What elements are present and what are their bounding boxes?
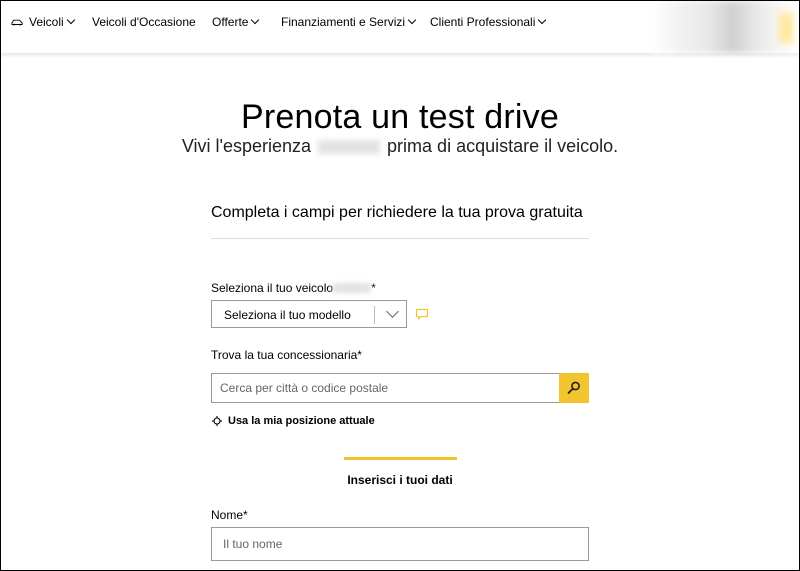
required-marker: * — [371, 281, 376, 295]
section-accent-bar — [344, 457, 457, 460]
nav-item-finanziamenti[interactable]: Finanziamenti e Servizi — [281, 14, 417, 30]
select-separator — [374, 306, 375, 324]
vehicle-select-value: Seleziona il tuo modello — [224, 308, 351, 322]
nav-item-veicoli[interactable]: Veicoli — [11, 14, 75, 30]
browser-frame: Veicoli Veicoli d'Occasione Offerte Fina… — [0, 0, 800, 571]
chevron-down-icon — [407, 15, 417, 25]
chevron-down-icon — [538, 15, 547, 25]
nav-item-veicoli-occasione[interactable]: Veicoli d'Occasione — [92, 14, 196, 30]
name-input[interactable] — [211, 527, 589, 561]
form-intro: Completa i campi per richiedere la tua p… — [211, 204, 583, 221]
chevron-down-icon — [386, 305, 399, 318]
name-label: Nome* — [211, 508, 248, 522]
nav-item-clienti-professionali[interactable]: Clienti Professionali — [430, 14, 547, 30]
blurred-brand-name — [333, 283, 372, 293]
subtitle-text-before: Vivi l'esperienza — [181, 136, 312, 156]
page-subtitle: Vivi l'esperienza prima di acquistare il… — [1, 136, 799, 157]
subtitle-text-after: prima di acquistare il veicolo. — [387, 136, 619, 156]
personal-data-heading: Inserisci i tuoi dati — [347, 473, 453, 487]
top-navigation: Veicoli Veicoli d'Occasione Offerte Fina… — [1, 1, 799, 53]
page-title: Prenota un test drive — [241, 97, 559, 136]
dealer-label: Trova la tua concessionaria* — [211, 348, 362, 362]
chat-bubble-icon[interactable] — [415, 308, 429, 321]
blurred-logo-region — [779, 13, 793, 43]
divider — [211, 238, 589, 239]
nav-label-finanziamenti: Finanziamenti e Servizi — [281, 15, 406, 29]
nav-label-veicoli-occasione: Veicoli d'Occasione — [92, 15, 196, 29]
use-location-label: Usa la mia posizione attuale — [228, 415, 375, 427]
chevron-down-icon — [66, 15, 75, 25]
blurred-brand-name — [318, 140, 381, 154]
nav-label-clienti-professionali: Clienti Professionali — [430, 15, 536, 29]
blurred-header-region — [651, 1, 799, 53]
nav-item-offerte[interactable]: Offerte — [212, 14, 260, 30]
use-current-location-link[interactable]: Usa la mia posizione attuale — [212, 415, 375, 427]
vehicle-label-text: Seleziona il tuo veicolo — [211, 281, 334, 295]
dealer-search-input[interactable] — [211, 373, 559, 403]
nav-label-offerte: Offerte — [212, 15, 249, 29]
locate-icon — [212, 416, 222, 426]
car-icon — [11, 19, 23, 25]
dealer-search-button[interactable] — [559, 373, 589, 403]
search-icon — [567, 381, 580, 394]
nav-label-veicoli: Veicoli — [29, 15, 64, 29]
vehicle-model-select[interactable]: Seleziona il tuo modello — [211, 300, 407, 328]
chevron-down-icon — [251, 15, 260, 25]
vehicle-label: Seleziona il tuo veicolo * — [211, 281, 376, 295]
